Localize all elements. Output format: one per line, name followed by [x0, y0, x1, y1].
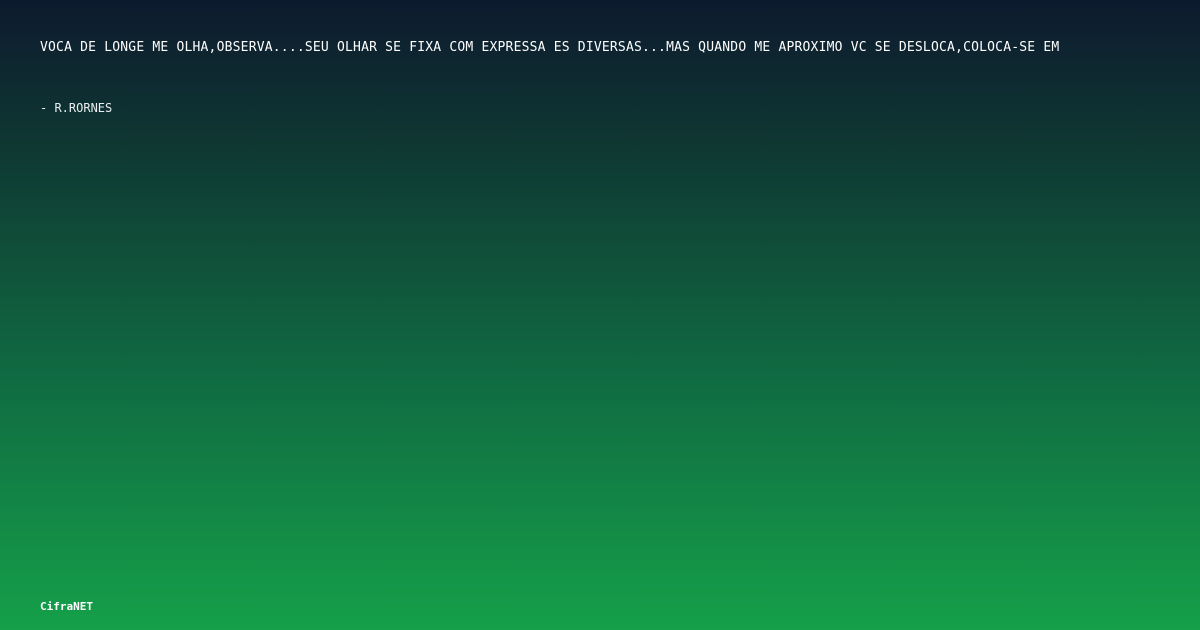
brand-logo-text: CifraNET: [40, 600, 93, 613]
quote-author: - R.RORNES: [40, 101, 113, 115]
quote-text: VOCÃ DE LONGE ME OLHA,OBSERVA....SEU OLH…: [40, 40, 1060, 55]
